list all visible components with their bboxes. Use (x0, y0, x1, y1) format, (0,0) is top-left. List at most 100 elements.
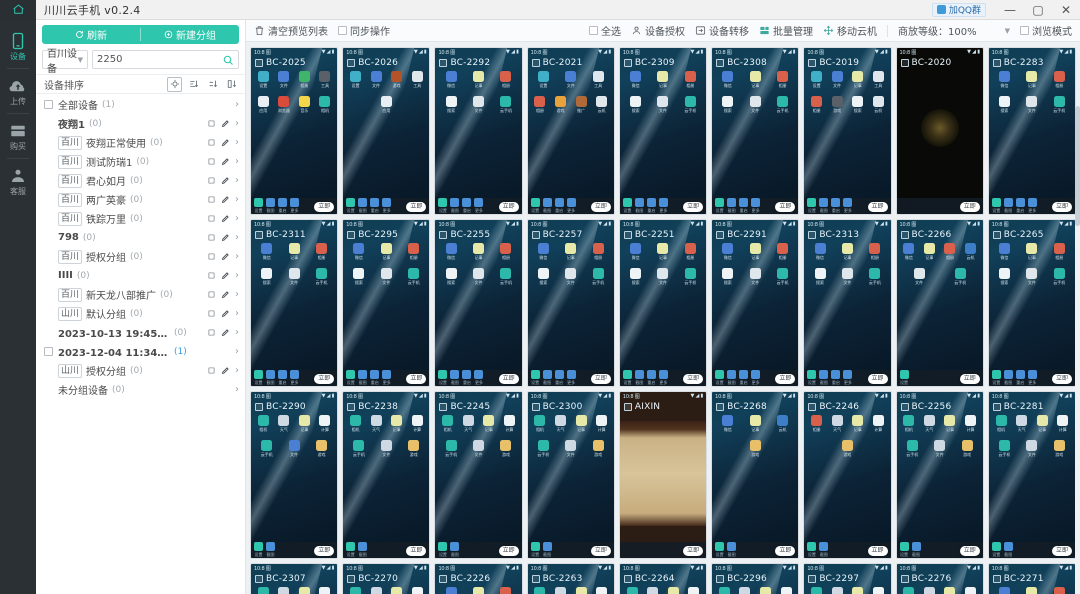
card-action-icon[interactable] (739, 198, 749, 207)
card-action-button[interactable]: 重启 (831, 370, 841, 386)
card-action-button[interactable]: 设置 (622, 370, 632, 386)
card-action-icon[interactable] (438, 370, 448, 379)
app-icon-cell[interactable]: 微信 (715, 415, 740, 433)
card-action-icon[interactable] (474, 198, 484, 207)
device-card[interactable]: 10:8 图 ▼ ◢ ▮ BC-2313 微信 记事 相册 搜索 文件 云手机 设置 截图 重启 更多 立… (803, 219, 892, 387)
device-card[interactable]: 10:8 图 ▼ ◢ ▮ BC-2266 微信 记事 相册 云机 文件 云手机 设置 立即 (895, 219, 984, 387)
card-action-icon[interactable] (1015, 198, 1025, 207)
card-checkbox[interactable] (808, 230, 817, 239)
app-icon-cell[interactable]: 云手机 (585, 268, 610, 286)
app-icon-cell[interactable]: 搜索 (438, 268, 463, 286)
card-action-icon[interactable] (1015, 370, 1025, 379)
app-icon[interactable] (811, 71, 823, 82)
card-action-icon[interactable] (911, 542, 921, 551)
app-icon-cell[interactable]: 微信 (900, 243, 919, 261)
card-action-icon[interactable] (542, 198, 552, 207)
app-icon-cell[interactable]: 微信 (623, 71, 648, 89)
app-icon-cell[interactable]: 搜索 (807, 268, 832, 286)
edit-icon[interactable] (221, 233, 230, 242)
app-icon[interactable] (657, 268, 669, 279)
app-icon-cell[interactable]: 天气 (275, 415, 294, 433)
app-icon-cell[interactable]: 计算 (408, 415, 427, 433)
card-connect-badge[interactable]: 立即 (498, 374, 519, 384)
card-action-button[interactable]: 设置 (622, 198, 632, 214)
group-row[interactable]: 百川 新天龙八部推广 (0) › (36, 285, 245, 304)
app-icon[interactable] (841, 268, 853, 279)
app-icon[interactable] (408, 243, 420, 254)
app-icon-cell[interactable]: 相册 (493, 587, 518, 594)
card-action-icon[interactable] (751, 198, 761, 207)
app-icon-cell[interactable]: 搜索 (992, 268, 1017, 286)
group-list[interactable]: 全部设备 (1) › 夜翔1 (0) › 百川 夜翔正常使用 (0) › 百川 测试防瑞1 (0) › 百川… (36, 94, 245, 594)
copy-icon[interactable] (207, 195, 216, 204)
app-icon[interactable] (380, 96, 392, 107)
device-card[interactable]: 10:8 图 ▼ ◢ ▮ BC-2268 微信 记事 云机 游戏 设置 截图 立即 (711, 391, 800, 559)
copy-icon[interactable] (207, 214, 216, 223)
card-checkbox[interactable] (255, 402, 263, 411)
edit-icon[interactable] (221, 271, 230, 280)
app-icon-cell[interactable]: 文件 (650, 96, 675, 114)
device-card[interactable]: 10:8 图 ▼ ◢ ▮ BC-2238 相机 天气 记事 计算 云手机 文件 游戏 设置 截图 立即 (342, 391, 431, 559)
app-icon[interactable] (1036, 415, 1048, 426)
app-icon-cell[interactable]: 云手机 (346, 440, 371, 458)
clear-preview-button[interactable]: 清空预览列表 (254, 23, 328, 38)
group-row[interactable]: 2023-10-13 19:45:56 机… (0) › (36, 323, 245, 342)
device-card[interactable]: 10:8 图▼ ◢ ▮BC-2297相机天气记事计算立即 (803, 563, 892, 594)
card-action-icon[interactable] (899, 370, 909, 379)
grid-scrollbar[interactable] (1075, 106, 1080, 594)
app-icon-cell[interactable]: 记事 (466, 243, 491, 261)
app-icon[interactable] (261, 243, 273, 254)
card-action-button[interactable]: 更多 (290, 198, 299, 214)
app-icon-cell[interactable]: 相机 (992, 415, 1011, 433)
app-icon-cell[interactable]: 相册 (770, 71, 795, 89)
app-icon-cell[interactable]: 天气 (920, 415, 939, 433)
app-icon-cell[interactable]: 记事 (281, 243, 306, 261)
card-action-icon[interactable] (807, 542, 817, 551)
card-action-button[interactable]: 截图 (266, 370, 275, 386)
app-icon[interactable] (500, 243, 512, 254)
device-card[interactable]: 10:8 图▼ ◢ ▮BC-2271微信记事相册立即 (987, 563, 1076, 594)
card-action-icon[interactable] (278, 370, 287, 379)
app-icon-cell[interactable]: 相册 (1047, 587, 1072, 594)
card-checkbox[interactable] (900, 58, 909, 67)
app-icon-cell[interactable]: 相册 (678, 71, 703, 89)
app-icon-cell[interactable]: 天气 (367, 415, 386, 433)
app-icon[interactable] (555, 415, 566, 426)
app-icon-cell[interactable]: 相册 (531, 96, 550, 114)
app-icon-cell[interactable]: 文件 (927, 440, 952, 458)
app-icon-cell[interactable]: 游戏 (828, 96, 847, 114)
card-action-icon[interactable] (819, 542, 829, 551)
card-action-icon[interactable] (727, 370, 737, 379)
card-action-button[interactable]: 设置 (346, 370, 356, 386)
app-icon-cell[interactable]: 记事 (835, 243, 860, 261)
device-card[interactable]: 10:8 图 ▼ ◢ ▮ BC-2019 设置 文件 记事 工具 相册 游戏 搜索 云机 设置 截图 重启… (803, 47, 892, 215)
card-screen[interactable]: 微信 记事 相册 搜索 文件 云手机 (989, 241, 1075, 370)
app-icon-cell[interactable]: 游戏 (493, 440, 518, 458)
app-icon-cell[interactable]: 计算 (316, 415, 335, 433)
card-checkbox[interactable] (716, 402, 725, 411)
card-action-icon[interactable] (554, 370, 564, 379)
app-icon[interactable] (872, 587, 884, 594)
card-action-button[interactable]: 重启 (1015, 198, 1025, 214)
app-icon-cell[interactable]: 微信 (531, 243, 556, 261)
app-icon-cell[interactable]: 云手机 (678, 96, 703, 114)
app-icon[interactable] (319, 96, 331, 107)
card-action-button[interactable]: 截图 (727, 370, 737, 386)
card-checkbox[interactable] (255, 574, 263, 583)
card-action-button[interactable]: 重启 (278, 198, 287, 214)
app-icon[interactable] (852, 71, 864, 82)
app-icon[interactable] (298, 587, 310, 594)
browse-mode-toggle[interactable]: 浏览模式 (1020, 23, 1072, 38)
card-action-icon[interactable] (266, 198, 275, 207)
card-connect-badge[interactable]: 立即 (959, 374, 980, 384)
card-action-button[interactable]: 设置 (807, 542, 817, 558)
app-icon[interactable] (630, 243, 642, 254)
app-icon[interactable] (473, 96, 485, 107)
app-icon-cell[interactable]: 文件 (281, 440, 306, 458)
card-action-button[interactable]: 重启 (370, 198, 380, 214)
card-action-icon[interactable] (807, 198, 817, 207)
app-icon[interactable] (596, 96, 608, 107)
card-action-button[interactable]: 截图 (1003, 370, 1013, 386)
card-action-button[interactable]: 截图 (450, 370, 460, 386)
app-icon-cell[interactable]: 文件 (466, 440, 491, 458)
